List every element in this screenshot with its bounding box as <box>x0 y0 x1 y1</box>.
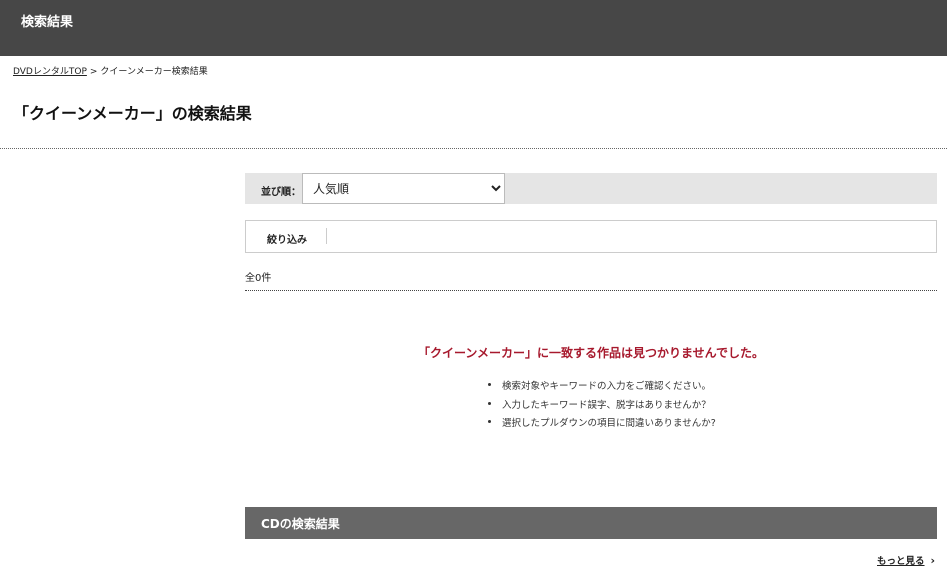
tip-item: 入力したキーワード誤字、脱字はありませんか？ <box>488 397 716 416</box>
no-results-message: 「クイーンメーカー」に一致する作品は見つかりませんでした。 <box>417 346 765 360</box>
sort-label: 並び順： <box>261 187 301 198</box>
cd-results-title: CDの検索結果 <box>261 517 340 531</box>
page-title: 「クイーンメーカー」の検索結果 <box>13 104 252 123</box>
filter-box: 絞り込み <box>245 220 937 253</box>
site-header: 検索結果 <box>0 0 947 56</box>
cd-results-header: CDの検索結果 <box>245 507 937 539</box>
result-count: 全0件 <box>245 273 272 284</box>
section-divider <box>0 148 947 149</box>
breadcrumb-separator: > <box>89 67 98 77</box>
results-divider <box>245 290 937 291</box>
header-title: 検索結果 <box>21 15 74 30</box>
filter-toggle[interactable]: 絞り込み <box>267 231 307 246</box>
sort-select[interactable]: 人気順 <box>302 173 505 204</box>
more-label: もっと見る <box>877 556 925 567</box>
tip-item: 検索対象やキーワードの入力をご確認ください。 <box>488 378 716 397</box>
breadcrumb-home-link[interactable]: DVDレンタルTOP <box>13 67 87 77</box>
filter-divider <box>326 228 327 244</box>
more-link[interactable]: もっと見る › <box>877 553 935 567</box>
breadcrumb: DVDレンタルTOP > クイーンメーカー検索結果 <box>13 64 208 77</box>
breadcrumb-current: クイーンメーカー検索結果 <box>100 67 208 77</box>
no-results-tips: 検索対象やキーワードの入力をご確認ください。 入力したキーワード誤字、脱字はあり… <box>488 378 716 434</box>
tip-item: 選択したプルダウンの項目に間違いありませんか? <box>488 415 716 434</box>
sort-bar: 並び順： 人気順 <box>245 173 937 204</box>
chevron-right-icon: › <box>930 554 936 567</box>
